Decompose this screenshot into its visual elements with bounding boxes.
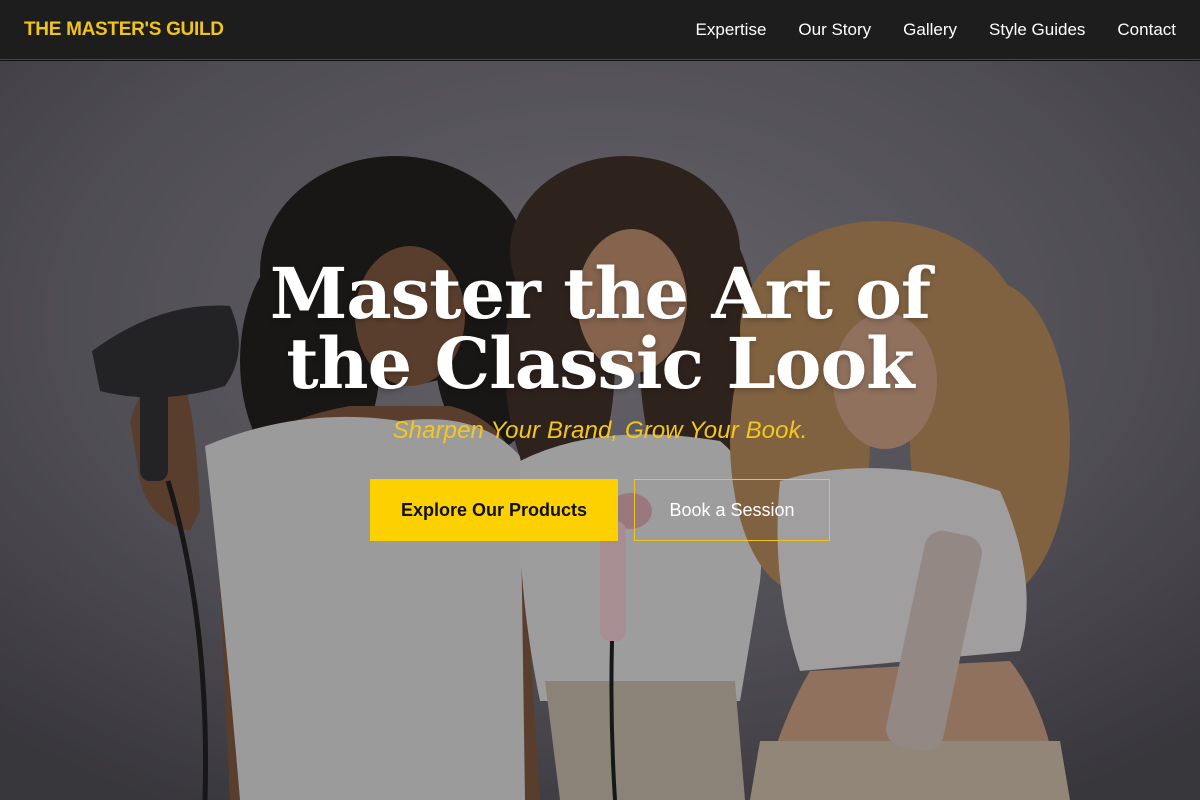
hero-title: Master the Art of the Classic Look bbox=[269, 252, 931, 405]
main-nav: Expertise Our Story Gallery Style Guides… bbox=[664, 20, 1176, 40]
hero-content: Master the Art of the Classic Look Sharp… bbox=[0, 61, 1200, 800]
book-session-button[interactable]: Book a Session bbox=[634, 479, 830, 541]
nav-link-gallery[interactable]: Gallery bbox=[903, 20, 957, 40]
hero-section: Master the Art of the Classic Look Sharp… bbox=[0, 61, 1200, 800]
nav-link-style-guides[interactable]: Style Guides bbox=[989, 20, 1085, 40]
explore-products-button[interactable]: Explore Our Products bbox=[370, 479, 618, 541]
nav-link-contact[interactable]: Contact bbox=[1117, 20, 1176, 40]
nav-link-expertise[interactable]: Expertise bbox=[696, 20, 767, 40]
brand-logo[interactable]: THE MASTER'S GUILD bbox=[24, 19, 224, 41]
hero-subtitle: Sharpen Your Brand, Grow Your Book. bbox=[392, 417, 808, 444]
nav-link-our-story[interactable]: Our Story bbox=[798, 20, 871, 40]
hero-actions: Explore Our Products Book a Session bbox=[370, 479, 830, 541]
page: THE MASTER'S GUILD Expertise Our Story G… bbox=[0, 0, 1200, 800]
top-navbar: THE MASTER'S GUILD Expertise Our Story G… bbox=[0, 0, 1200, 60]
